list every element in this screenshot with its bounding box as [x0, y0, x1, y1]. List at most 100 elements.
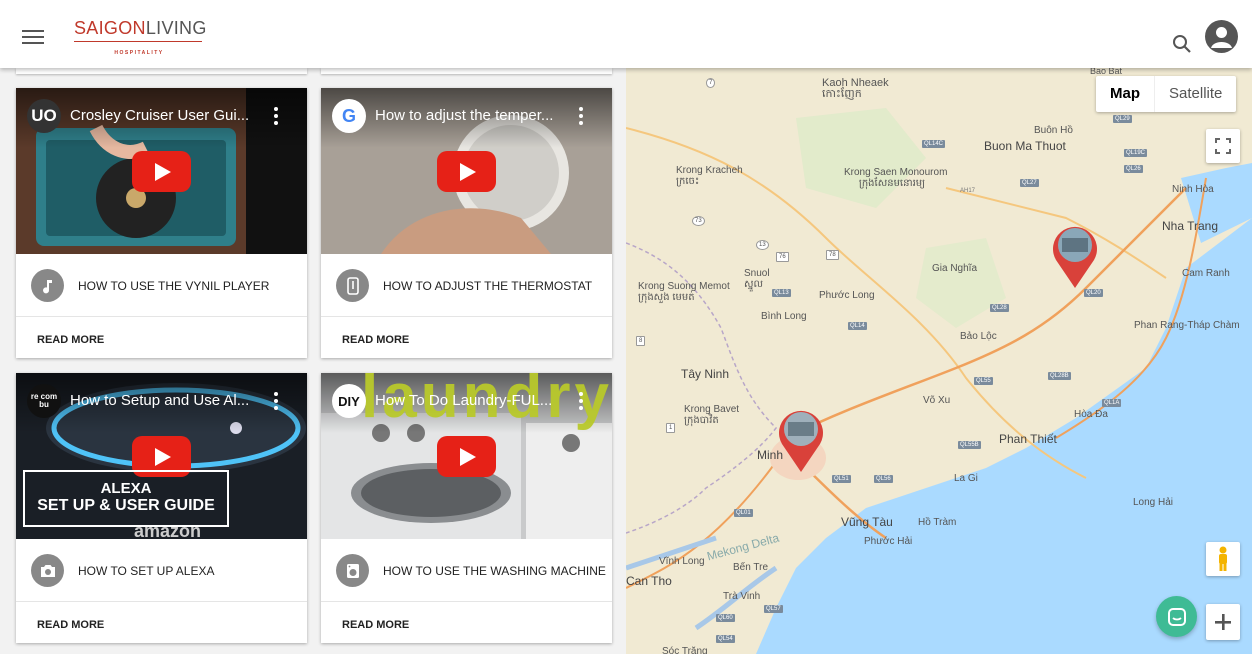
map-place-label: Krong Bavet ក្រុងបាវិត [684, 404, 740, 426]
video-title[interactable]: How to adjust the temper... [375, 107, 575, 124]
map-place-label: Buon Ma Thuot [984, 139, 1066, 153]
logo-subtitle: HOSPITALITY [114, 50, 164, 56]
map-place-label: Bến Tre [733, 562, 769, 573]
more-options-icon[interactable] [273, 107, 279, 125]
guide-card-washing-machine: laundry DIY How To Do Laundry-FUL... HOW… [321, 373, 612, 643]
youtube-play-button[interactable] [132, 151, 191, 192]
logo-text-saigon: SAIGON [74, 18, 146, 38]
road-shield: 1 [666, 423, 676, 433]
hamburger-menu-icon[interactable] [22, 30, 44, 46]
road-shield: 73 [692, 216, 705, 226]
road-shield: QL13 [772, 289, 791, 297]
guide-card-list[interactable]: UO Crosley Cruiser User Gui... HOW TO US… [0, 68, 626, 654]
video-title[interactable]: How to Setup and Use Al... [70, 392, 270, 409]
read-more-button[interactable]: READ MORE [342, 334, 409, 346]
road-shield: QL51 [832, 475, 851, 483]
map-place-label: Võ Xu [923, 395, 951, 406]
video-embed[interactable]: re com bu How to Setup and Use Al... ALE… [16, 373, 307, 539]
road-shield: QL1A [1102, 399, 1122, 407]
overlay-line2: SET UP & USER GUIDE [37, 497, 215, 514]
thermostat-icon [336, 269, 369, 302]
channel-logo[interactable]: re com bu [27, 384, 61, 418]
video-title[interactable]: How To Do Laundry-FUL... [375, 392, 575, 409]
card-title: HOW TO USE THE WASHING MACHINE [383, 564, 606, 578]
map-place-label: Snuol ស្នួល [744, 268, 770, 290]
road-shield: QL28 [990, 304, 1009, 312]
map-place-label: Vĩnh Long [659, 556, 705, 567]
property-pin[interactable] [776, 406, 826, 474]
guide-card-vinyl: UO Crosley Cruiser User Gui... HOW TO US… [16, 88, 307, 358]
fullscreen-icon[interactable] [1206, 129, 1240, 163]
map-place-label: Gia Nghĩa [932, 263, 978, 274]
search-icon[interactable] [1172, 34, 1192, 54]
card-stub [16, 68, 307, 74]
card-title: HOW TO USE THE VYNIL PLAYER [78, 279, 270, 293]
map-place-label: Phước Long [819, 290, 875, 301]
video-embed[interactable]: laundry DIY How To Do Laundry-FUL... [321, 373, 612, 539]
map-place-label: Bao Bat [1090, 68, 1123, 76]
washing-machine-icon [336, 554, 369, 587]
card-info-row[interactable]: HOW TO USE THE WASHING MACHINE [321, 539, 612, 602]
map-place-label: Krong Saen Monourom ក្រុងសែនមនោរម្យ [844, 167, 948, 189]
map-place-label: Hồ Tràm [918, 517, 957, 528]
guide-card-thermostat: G How to adjust the temper... HOW TO ADJ… [321, 88, 612, 358]
channel-logo[interactable]: G [332, 99, 366, 133]
saigon-living-logo[interactable]: SAIGONLIVING HOSPITALITY [74, 18, 206, 56]
guide-card-alexa: re com bu How to Setup and Use Al... ALE… [16, 373, 307, 643]
read-more-button[interactable]: READ MORE [342, 619, 409, 631]
road-shield: 76 [776, 252, 789, 262]
street-view-pegman-icon[interactable] [1206, 542, 1240, 576]
card-info-row[interactable]: HOW TO SET UP ALEXA [16, 539, 307, 602]
road-shield: QL26 [1124, 165, 1143, 173]
zoom-in-icon[interactable] [1206, 604, 1240, 640]
more-options-icon[interactable] [578, 107, 584, 125]
map-place-label: Krong Suong Memot ក្រុងសួង មេមត់ [638, 281, 730, 303]
more-options-icon[interactable] [273, 392, 279, 410]
map-view[interactable]: Kaoh Nheaek កោះញែក Buôn Hồ Buon Ma Thuot … [626, 68, 1252, 654]
road-shield: QL55 [974, 377, 993, 385]
map-place-label: Bảo Lộc [960, 331, 997, 342]
channel-logo[interactable]: DIY [332, 384, 366, 418]
read-more-button[interactable]: READ MORE [37, 619, 104, 631]
map-type-satellite-button[interactable]: Satellite [1154, 76, 1236, 112]
overlay-line1: ALEXA [100, 480, 152, 497]
map-place-label: Phan Thiết [999, 432, 1057, 446]
road-shield: QL57 [764, 605, 783, 613]
video-overlay-box: ALEXA SET UP & USER GUIDE [23, 470, 229, 527]
video-title[interactable]: Crosley Cruiser User Gui... [70, 107, 270, 124]
channel-logo[interactable]: UO [27, 99, 61, 133]
map-type-control: Map Satellite [1096, 76, 1237, 112]
map-place-label: Trà Vinh [723, 591, 761, 602]
account-avatar-icon[interactable] [1205, 20, 1238, 53]
road-shield: AH17 [960, 188, 976, 194]
youtube-play-button[interactable] [437, 151, 496, 192]
road-shield: QL27 [1020, 179, 1039, 187]
road-shield: QL20 [1084, 289, 1103, 297]
road-shield: QL01 [734, 509, 753, 517]
road-shield: QL55B [958, 441, 981, 449]
property-pin[interactable] [1050, 222, 1100, 290]
road-shield: QL28B [1048, 372, 1071, 380]
card-title: HOW TO ADJUST THE THERMOSTAT [383, 279, 593, 293]
map-base-layer [626, 68, 1252, 654]
road-shield: 78 [826, 250, 839, 260]
card-info-row[interactable]: HOW TO USE THE VYNIL PLAYER [16, 254, 307, 317]
road-shield: QL60 [716, 614, 735, 622]
map-place-label: Hòa Đa [1074, 409, 1108, 420]
map-place-label: Nha Trang [1162, 219, 1219, 233]
map-place-label: Tây Ninh [681, 367, 730, 381]
map-place-label: Ninh Hòa [1172, 184, 1214, 195]
more-options-icon[interactable] [578, 392, 584, 410]
map-place-label: Bình Long [761, 311, 807, 322]
video-embed[interactable]: G How to adjust the temper... [321, 88, 612, 254]
video-embed[interactable]: UO Crosley Cruiser User Gui... [16, 88, 307, 254]
map-type-map-button[interactable]: Map [1096, 76, 1154, 112]
youtube-play-button[interactable] [437, 436, 496, 477]
road-shield: QL19C [1124, 149, 1148, 157]
card-info-row[interactable]: HOW TO ADJUST THE THERMOSTAT [321, 254, 612, 317]
chat-launcher-icon[interactable] [1156, 596, 1197, 637]
card-stub [321, 68, 612, 74]
read-more-button[interactable]: READ MORE [37, 334, 104, 346]
top-app-bar: SAIGONLIVING HOSPITALITY [0, 0, 1252, 68]
map-place-label: Kaoh Nheaek កោះញែក [822, 77, 889, 100]
